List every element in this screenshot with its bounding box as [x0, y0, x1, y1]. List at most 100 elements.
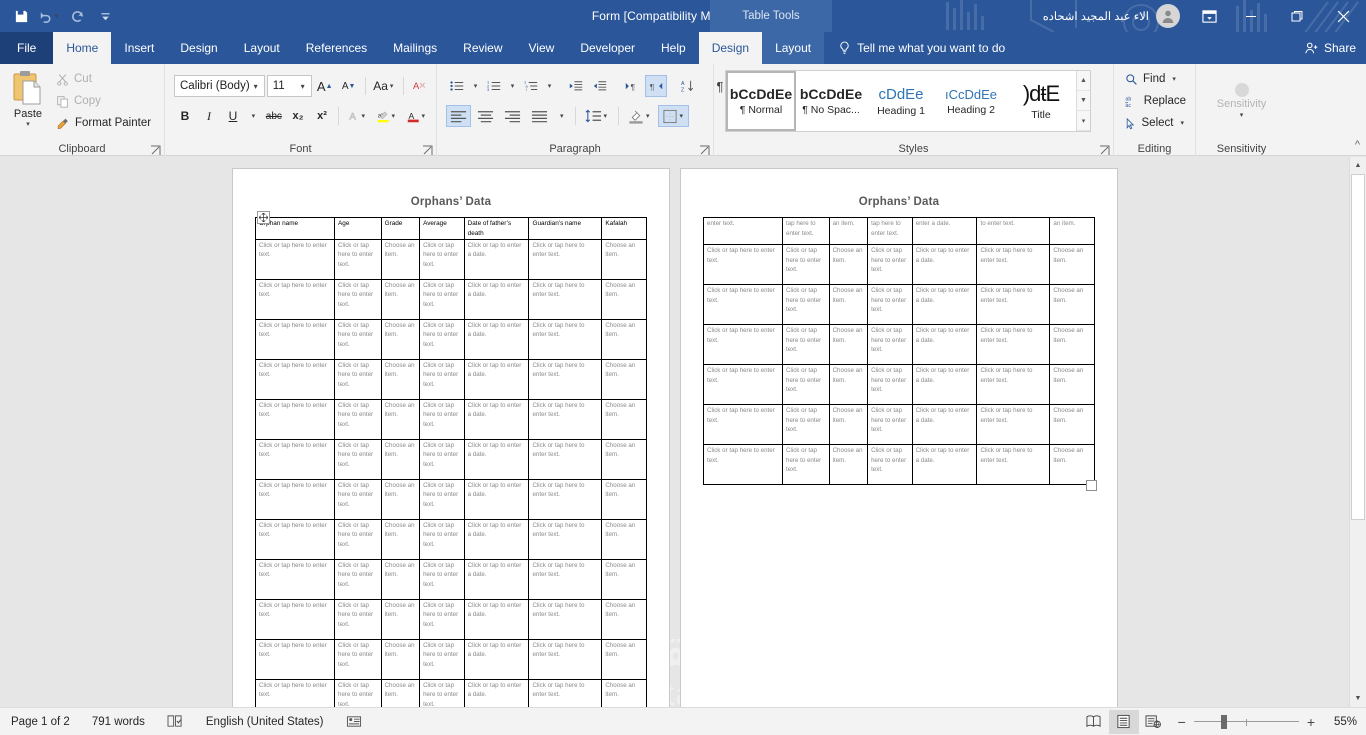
styles-scroll-down-icon[interactable]: ▼	[1077, 91, 1090, 111]
cell-kafalah[interactable]: Choose an item.	[601, 238, 647, 280]
undo-dropdown-arrow[interactable]: ▾	[53, 12, 61, 20]
document-canvas[interactable]: مستقل mostaql.com Orphans’ Data Orphan n…	[0, 157, 1366, 707]
cell-guardian[interactable]: Click or tap here to enter text.	[528, 478, 603, 520]
table-row[interactable]: Click or tap here to enter text. Click or…	[255, 398, 647, 440]
cell-date-of-death[interactable]: Click or tap to enter a date.	[463, 518, 530, 560]
paste-dropdown-arrow[interactable]: ▾	[24, 120, 32, 128]
cell-orphan-name[interactable]: Click or tap here to enter text.	[255, 638, 335, 680]
document-page-1[interactable]: Orphans’ Data Orphan name Age Grade Aver…	[233, 169, 669, 707]
cell-guardian[interactable]: Click or tap here to enter text.	[528, 358, 603, 400]
italic-button[interactable]: I	[198, 105, 220, 127]
font-dialog-launcher[interactable]	[422, 143, 433, 155]
cell-orphan-name[interactable]: Click or tap here to enter text.	[255, 358, 335, 400]
cell-guardian[interactable]: Click or tap here to enter text.	[976, 404, 1051, 445]
cell-kafalah[interactable]: Choose an item.	[601, 398, 647, 440]
cell-guardian[interactable]: Click or tap here to enter text.	[528, 398, 603, 440]
sensitivity-button[interactable]: Sensitivity ▾	[1203, 83, 1281, 119]
cell-grade[interactable]: Choose an item.	[380, 398, 421, 440]
styles-dialog-launcher[interactable]	[1099, 143, 1110, 155]
cell-guardian[interactable]: Click or tap here to enter text.	[976, 444, 1051, 485]
cell-age[interactable]: Click or tap here to enter text.	[782, 324, 830, 365]
cell-grade[interactable]: Choose an item.	[380, 518, 421, 560]
tell-me-box[interactable]: Tell me what you want to do	[824, 32, 1015, 64]
justify-dropdown-arrow[interactable]: ▾	[554, 105, 570, 127]
cell-guardian[interactable]: Click or tap here to enter text.	[528, 638, 603, 680]
font-name-arrow[interactable]: ▾	[250, 82, 262, 91]
scroll-up-icon[interactable]: ▲	[1350, 157, 1366, 174]
text-highlight-color-button[interactable]: ab ▾	[373, 105, 401, 127]
zoom-slider[interactable]	[1193, 714, 1299, 729]
multilevel-list-icon[interactable]: 1ai	[520, 75, 542, 97]
cell-kafalah[interactable]: Choose an item.	[1049, 244, 1095, 285]
cell-grade[interactable]: Choose an item.	[380, 678, 421, 707]
clear-formatting-icon[interactable]: A	[409, 75, 431, 97]
grow-font-button[interactable]: A ▲	[314, 75, 336, 97]
cell-kafalah[interactable]: Choose an item.	[601, 598, 647, 640]
cell-grade[interactable]: Choose an item.	[828, 324, 869, 365]
increase-indent-icon[interactable]	[589, 75, 611, 97]
numbering-icon[interactable]: 123	[483, 75, 505, 97]
tab-file[interactable]: File	[0, 32, 54, 64]
cell-kafalah[interactable]: Choose an item.	[1049, 284, 1095, 325]
orphans-table-page-1[interactable]: Orphan name Age Grade Average Date of fa…	[255, 217, 647, 707]
scroll-down-icon[interactable]: ▼	[1350, 690, 1366, 707]
cell-date-of-death[interactable]: Click or tap to enter a date.	[911, 364, 978, 405]
cell-orphan-name[interactable]: Click or tap here to enter text.	[255, 238, 335, 280]
text-effects-button[interactable]: A ▾	[344, 105, 371, 127]
table-row[interactable]: Click or tap here to enter text. Click or…	[255, 558, 647, 600]
table-move-handle[interactable]	[257, 211, 270, 224]
minimize-button[interactable]	[1228, 0, 1274, 32]
rtl-text-direction-icon[interactable]: ¶	[645, 75, 667, 97]
cell-average[interactable]: Click or tap here to enter text.	[867, 284, 913, 325]
cell-date-of-death[interactable]: Click or tap to enter a date.	[463, 358, 530, 400]
cell-date-of-death[interactable]: Click or tap to enter a date.	[463, 398, 530, 440]
cell-grade[interactable]: Choose an item.	[380, 278, 421, 320]
cell-age[interactable]: Click or tap here to enter text.	[334, 638, 382, 680]
quick-access-toolbar[interactable]: ▾	[0, 3, 118, 29]
tab-review[interactable]: Review	[450, 32, 515, 64]
share-button[interactable]: Share	[1304, 32, 1356, 64]
font-size-combo[interactable]: 11 ▾	[266, 75, 312, 97]
paste-button[interactable]: Paste ▾	[5, 67, 51, 135]
table-row[interactable]: Click or tap here to enter text. Click or…	[703, 324, 1095, 365]
line-spacing-icon[interactable]: ▾	[581, 105, 614, 127]
sort-icon[interactable]: AZ	[677, 75, 699, 97]
cell-average[interactable]: Click or tap here to enter text.	[419, 358, 465, 400]
cell-kafalah[interactable]: an item.	[1049, 217, 1095, 245]
table-row[interactable]: Click or tap here to enter text. Click or…	[255, 318, 647, 360]
cell-grade[interactable]: Choose an item.	[828, 284, 869, 325]
cell-orphan-name[interactable]: Click or tap here to enter text.	[703, 444, 783, 485]
avatar[interactable]	[1156, 4, 1180, 28]
cell-date-of-death[interactable]: Click or tap to enter a date.	[911, 284, 978, 325]
cell-age[interactable]: Click or tap here to enter text.	[334, 398, 382, 440]
cell-age[interactable]: Click or tap here to enter text.	[782, 284, 830, 325]
table-row[interactable]: Click or tap here to enter text. Click or…	[703, 404, 1095, 445]
bold-button[interactable]: B	[174, 105, 196, 127]
tab-table-layout[interactable]: Layout	[762, 32, 825, 64]
cell-grade[interactable]: Choose an item.	[380, 438, 421, 480]
tab-design[interactable]: Design	[167, 32, 230, 64]
cell-orphan-name[interactable]: Click or tap here to enter text.	[255, 598, 335, 640]
cell-orphan-name[interactable]: Click or tap here to enter text.	[703, 364, 783, 405]
cell-average[interactable]: Click or tap here to enter text.	[419, 438, 465, 480]
tab-mailings[interactable]: Mailings	[380, 32, 450, 64]
cell-kafalah[interactable]: Choose an item.	[601, 438, 647, 480]
shrink-font-button[interactable]: A ▼	[338, 75, 360, 97]
cell-orphan-name[interactable]: Click or tap here to enter text.	[255, 558, 335, 600]
cell-age[interactable]: Click or tap here to enter text.	[334, 518, 382, 560]
cell-age[interactable]: Click or tap here to enter text.	[334, 358, 382, 400]
cell-age[interactable]: Click or tap here to enter text.	[334, 318, 382, 360]
subscript-button[interactable]: x₂	[287, 105, 309, 127]
cell-date-of-death[interactable]: Click or tap to enter a date.	[911, 244, 978, 285]
cell-date-of-death[interactable]: Click or tap to enter a date.	[911, 444, 978, 485]
vertical-scrollbar[interactable]: ▲ ▼	[1349, 157, 1366, 707]
redo-icon[interactable]	[64, 3, 90, 29]
cell-average[interactable]: Click or tap here to enter text.	[419, 478, 465, 520]
bullets-dropdown-arrow[interactable]: ▾	[470, 75, 481, 97]
cell-age[interactable]: Click or tap here to enter text.	[782, 244, 830, 285]
close-button[interactable]	[1320, 0, 1366, 32]
multilevel-dropdown-arrow[interactable]: ▾	[544, 75, 555, 97]
orphans-table-page-2[interactable]: enter text. tap here to enter text. an i…	[703, 217, 1095, 485]
cell-orphan-name[interactable]: Click or tap here to enter text.	[703, 324, 783, 365]
cell-age[interactable]: Click or tap here to enter text.	[334, 438, 382, 480]
